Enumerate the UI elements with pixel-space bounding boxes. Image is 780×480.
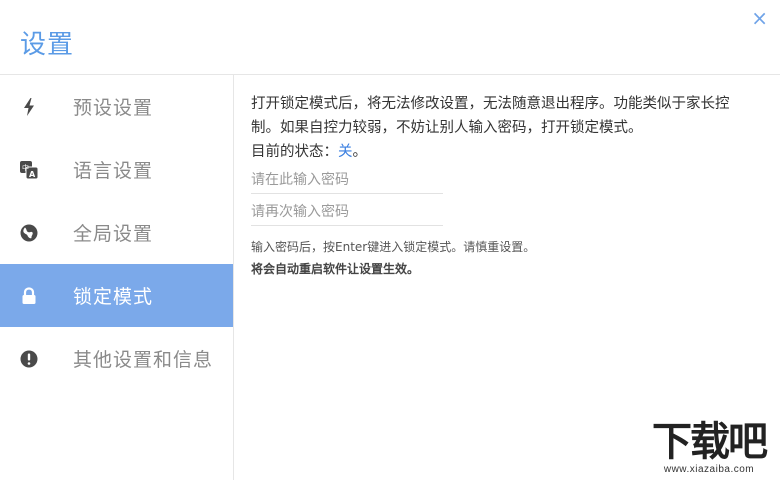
password-input[interactable] <box>251 167 443 194</box>
sidebar-item-label: 全局设置 <box>73 223 154 245</box>
status-suffix: 。 <box>352 144 368 160</box>
sidebar-item-preset[interactable]: 预设设置 <box>0 75 233 138</box>
watermark-text: 下载吧 <box>652 419 768 465</box>
lock-mode-panel: 打开锁定模式后，将无法修改设置，无法随意退出程序。功能类似于家长控制。如果自控力… <box>251 92 751 278</box>
sidebar-item-other[interactable]: 其他设置和信息 <box>0 327 233 390</box>
status-value[interactable]: 关 <box>338 144 353 160</box>
window-title: 设置 <box>20 30 75 60</box>
lock-status: 目前的状态：关。 <box>251 140 751 164</box>
lock-icon <box>19 286 39 306</box>
svg-text:中: 中 <box>22 163 29 172</box>
restart-warning: 将会自动重启软件让设置生效。 <box>251 262 420 276</box>
sidebar-item-lock-mode[interactable]: 锁定模式 <box>0 264 233 327</box>
sidebar-item-global[interactable]: 全局设置 <box>0 201 233 264</box>
info-icon <box>19 349 39 369</box>
lightning-icon <box>19 97 39 117</box>
lock-mode-description: 打开锁定模式后，将无法修改设置，无法随意退出程序。功能类似于家长控制。如果自控力… <box>251 96 730 136</box>
close-icon[interactable]: × <box>751 8 768 28</box>
confirm-password-input[interactable] <box>251 199 443 226</box>
globe-icon <box>19 223 39 243</box>
translate-icon: 中 A <box>19 160 39 180</box>
sidebar-item-label: 其他设置和信息 <box>73 349 214 371</box>
sidebar-item-label: 语言设置 <box>73 160 154 182</box>
sidebar-divider <box>233 75 234 480</box>
watermark-url: www.xiazaiba.com <box>663 464 755 475</box>
sidebar-item-label: 锁定模式 <box>73 286 154 308</box>
status-label: 目前的状态： <box>251 144 338 160</box>
sidebar-item-label: 预设设置 <box>73 97 154 119</box>
sidebar: 预设设置 中 A 语言设置 全局设置 锁定模式 其他设置和信息 <box>0 75 233 390</box>
svg-text:A: A <box>29 170 36 179</box>
password-hint: 输入密码后，按Enter键进入锁定模式。请慎重设置。 <box>251 240 536 254</box>
sidebar-item-language[interactable]: 中 A 语言设置 <box>0 138 233 201</box>
watermark-logo: 下载吧 www.xiazaiba.com <box>642 420 776 478</box>
